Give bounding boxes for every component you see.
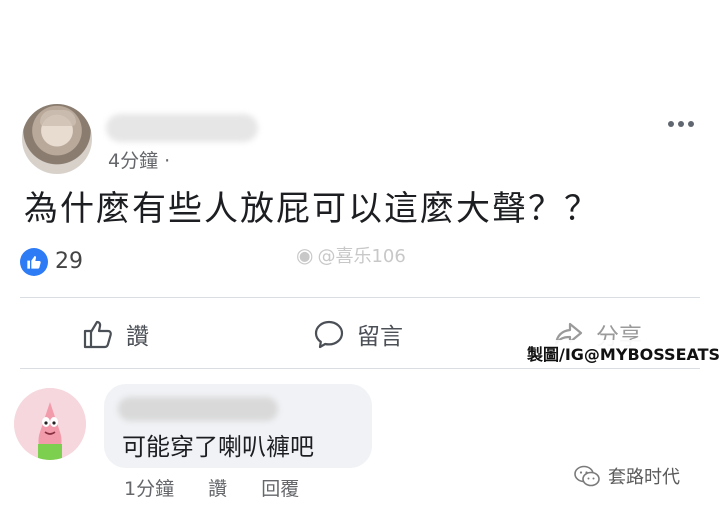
wechat-icon — [574, 465, 600, 487]
like-count[interactable]: 29 — [55, 249, 83, 274]
post-text: 為什麼有些人放屁可以這麼大聲？？ — [24, 189, 600, 229]
comment-like-link[interactable]: 讚 — [208, 478, 227, 500]
comment-icon — [314, 320, 344, 349]
divider-bottom — [20, 368, 700, 369]
like-reaction-icon[interactable] — [20, 248, 48, 276]
weibo-icon: ◉ — [296, 243, 314, 267]
thumbs-up-icon — [83, 320, 112, 349]
post-timestamp[interactable]: 4分鐘 · — [108, 146, 170, 173]
commenter-name-blurred[interactable] — [118, 397, 278, 421]
comment-button-label: 留言 — [357, 324, 403, 350]
comment-timestamp[interactable]: 1分鐘 — [124, 478, 174, 500]
like-button-label: 讚 — [126, 324, 149, 350]
image-credit: 製圖/IG@MYBOSSEATSHIT — [524, 340, 720, 366]
like-button[interactable]: 讚 — [82, 311, 149, 357]
comment-reply-link[interactable]: 回覆 — [261, 478, 299, 500]
poster-avatar[interactable] — [22, 104, 92, 174]
brand-watermark: 套路时代 — [574, 463, 680, 489]
divider-top — [20, 297, 700, 298]
comment-button[interactable]: 留言 — [313, 311, 403, 357]
brand-name: 套路时代 — [608, 467, 680, 488]
comment-text: 可能穿了喇叭褲吧 — [122, 433, 314, 461]
weibo-watermark: ◉ @喜乐106 — [296, 243, 406, 267]
poster-name-blurred[interactable] — [106, 114, 258, 142]
commenter-avatar[interactable] — [14, 388, 86, 460]
more-options-icon[interactable] — [668, 112, 704, 132]
comment-meta: 1分鐘 讚 回覆 — [124, 474, 327, 501]
